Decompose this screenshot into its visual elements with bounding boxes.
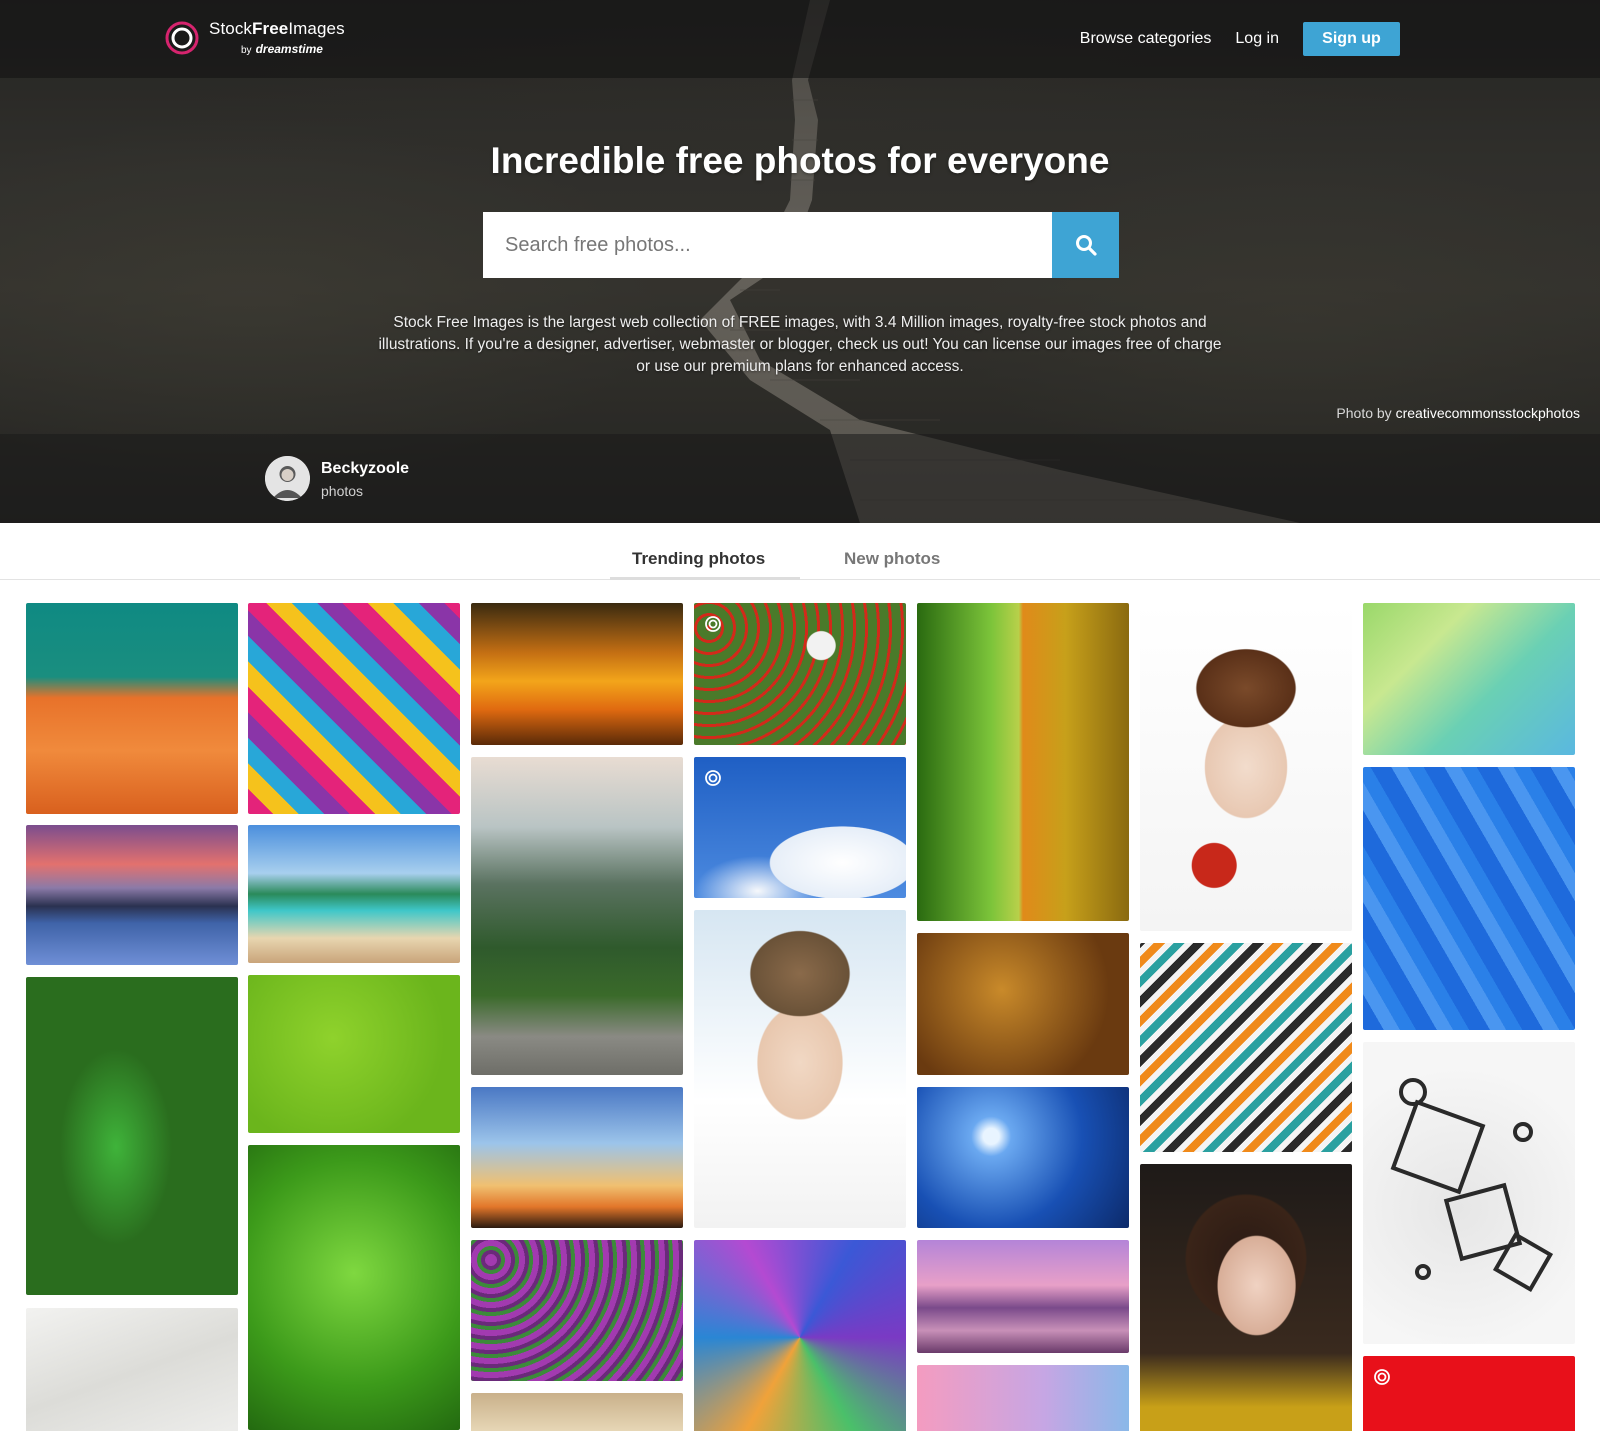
logo-name-end: Images	[288, 19, 345, 38]
search-bar	[483, 212, 1119, 278]
photo-tile[interactable]	[917, 603, 1129, 921]
user-avatar[interactable]	[265, 456, 310, 501]
search-icon	[1075, 235, 1097, 256]
photo-tile[interactable]	[1363, 1356, 1575, 1431]
abstract-squares-art	[1390, 1078, 1554, 1293]
active-tab-indicator	[610, 577, 800, 580]
featured-author-bar: Beckyzoole photos	[0, 434, 1600, 523]
photo-tile[interactable]	[694, 603, 906, 745]
main-nav: Browse categories Log in Sign up	[1080, 22, 1400, 56]
photo-tile[interactable]	[917, 1240, 1129, 1353]
logo-name-plain: Stock	[209, 19, 253, 38]
photo-tile[interactable]	[1363, 603, 1575, 755]
sign-up-button[interactable]: Sign up	[1303, 22, 1400, 56]
photo-tile[interactable]	[248, 1145, 460, 1430]
photo-tile[interactable]	[1363, 1042, 1575, 1344]
logo-wordmark: StockFreeImages by dreamstime	[209, 20, 345, 56]
logo-name-bold: Free	[252, 19, 289, 38]
photo-credit-prefix: Photo by	[1336, 405, 1392, 421]
photo-tile[interactable]	[917, 1365, 1129, 1431]
photo-grid	[0, 603, 1600, 1431]
hero-headline: Incredible free photos for everyone	[490, 140, 1110, 181]
avatar-icon	[265, 456, 310, 501]
spiral-badge-icon	[705, 770, 721, 786]
photo-tile[interactable]	[26, 603, 238, 814]
photo-tile[interactable]	[694, 910, 906, 1228]
photo-tile[interactable]	[694, 757, 906, 898]
photo-tile[interactable]	[1140, 603, 1352, 931]
photo-tile[interactable]	[471, 757, 683, 1075]
search-input[interactable]	[483, 212, 1052, 278]
photo-tabs: Trending photos New photos	[0, 523, 1600, 580]
photo-tile[interactable]	[26, 977, 238, 1295]
author-name[interactable]: Beckyzoole	[321, 460, 409, 478]
photo-credit-author[interactable]: creativecommonsstockphotos	[1396, 405, 1580, 421]
photo-tile[interactable]	[471, 603, 683, 745]
nav-log-in[interactable]: Log in	[1235, 30, 1279, 48]
photo-tile[interactable]	[26, 825, 238, 965]
nav-browse-categories[interactable]: Browse categories	[1080, 30, 1212, 48]
photo-tile[interactable]	[248, 975, 460, 1133]
site-logo[interactable]: StockFreeImages by dreamstime	[164, 20, 345, 56]
photo-tile[interactable]	[917, 933, 1129, 1075]
logo-by-label: by	[241, 45, 252, 56]
photo-tile[interactable]	[26, 1308, 238, 1431]
photo-credit: Photo by creativecommonsstockphotos	[1336, 405, 1580, 421]
photo-tile[interactable]	[471, 1393, 683, 1431]
spiral-badge-icon	[1374, 1369, 1390, 1385]
search-button[interactable]	[1052, 212, 1119, 278]
spiral-badge-icon	[705, 616, 721, 632]
logo-brand: dreamstime	[255, 42, 323, 56]
author-subtitle: photos	[321, 483, 364, 499]
photo-tile[interactable]	[917, 1087, 1129, 1228]
tab-new-photos[interactable]: New photos	[844, 549, 940, 569]
top-navigation-bar: StockFreeImages by dreamstime Browse cate…	[0, 0, 1600, 78]
photo-tile[interactable]	[248, 603, 460, 814]
logo-icon	[165, 21, 199, 55]
hero-section: StockFreeImages by dreamstime Browse cate…	[0, 0, 1600, 523]
photo-tile[interactable]	[1140, 943, 1352, 1152]
photo-tile[interactable]	[1363, 767, 1575, 1030]
photo-tile[interactable]	[248, 825, 460, 963]
photo-tile[interactable]	[471, 1240, 683, 1381]
site-description: Stock Free Images is the largest web col…	[378, 314, 1222, 375]
photo-tile[interactable]	[471, 1087, 683, 1228]
photo-tile[interactable]	[694, 1240, 906, 1431]
tab-trending-photos[interactable]: Trending photos	[632, 549, 765, 569]
photo-tile[interactable]	[1140, 1164, 1352, 1431]
